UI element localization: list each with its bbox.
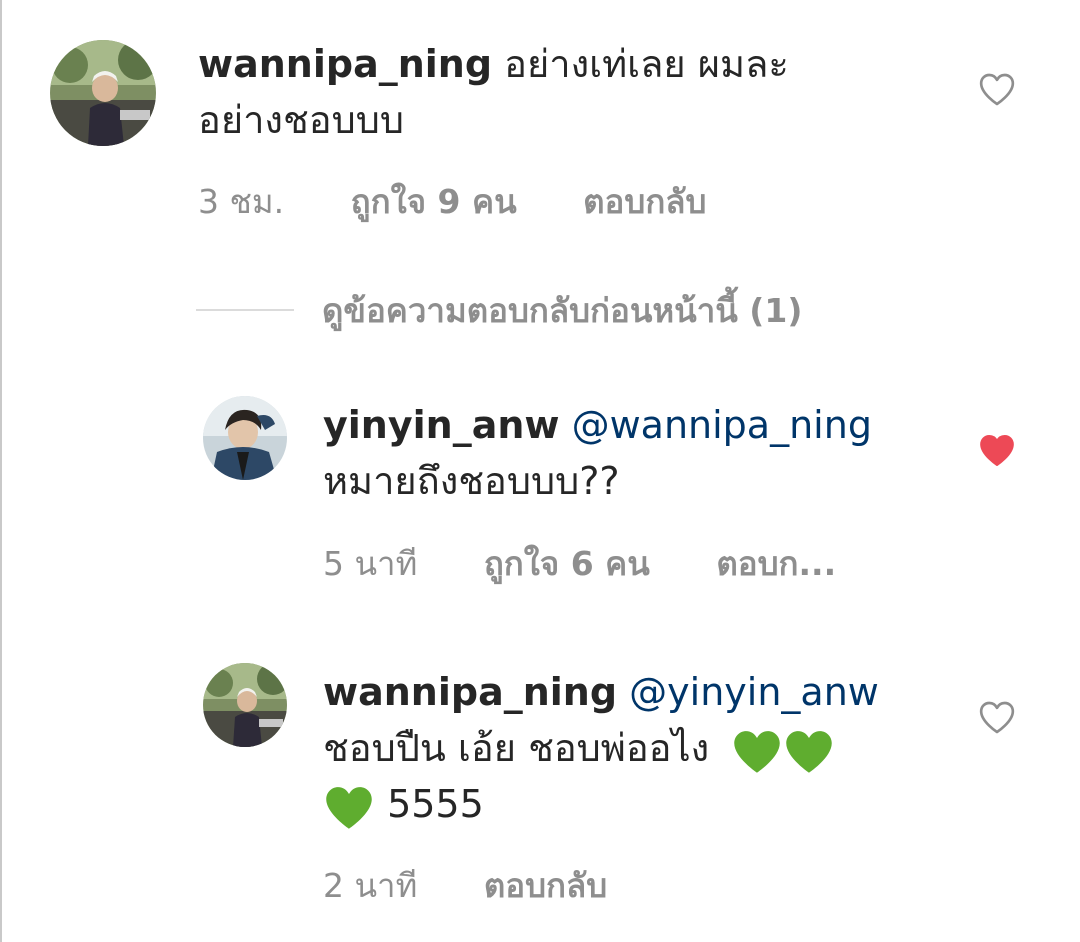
reply-likes-count[interactable]: ถูกใจ 6 คน: [484, 544, 650, 584]
comment-username[interactable]: wannipa_ning: [198, 42, 492, 86]
heart-icon[interactable]: [977, 430, 1017, 470]
reply-text: wannipa_ning @yinyin_anw ชอบปืน เอ้ย ชอบ…: [323, 664, 943, 832]
comment-body-line1: อย่างเท่เลย ผมละ: [492, 42, 789, 86]
view-previous-replies-label[interactable]: ดูข้อความตอบกลับก่อนหน้านี้ (1): [322, 284, 802, 337]
reply-meta: 2 นาที ตอบกลับ: [323, 866, 607, 906]
comment-timestamp: 3 ชม.: [198, 182, 285, 221]
reply-username[interactable]: wannipa_ning: [323, 670, 617, 714]
view-previous-replies[interactable]: ดูข้อความตอบกลับก่อนหน้านี้ (1): [196, 288, 802, 332]
mention-link[interactable]: @yinyin_anw: [629, 670, 879, 714]
screen-edge: [0, 0, 2, 942]
mention-link[interactable]: @wannipa_ning: [572, 403, 872, 447]
green-heart-emoji: [786, 730, 833, 773]
green-heart-emoji: [734, 730, 781, 773]
reply-button[interactable]: ตอบก...: [716, 544, 836, 584]
avatar[interactable]: [50, 40, 156, 146]
reply-button[interactable]: ตอบกลับ: [583, 182, 706, 222]
reply-body-line: หมายถึงชอบบบ??: [323, 459, 620, 503]
heart-icon[interactable]: [977, 69, 1017, 109]
reply-text: yinyin_anw @wannipa_ning หมายถึงชอบบบ??: [323, 397, 943, 509]
reply-timestamp: 2 นาที: [323, 866, 418, 905]
avatar[interactable]: [203, 396, 287, 480]
reply-meta: 5 นาที ถูกใจ 6 คน ตอบก...: [323, 544, 836, 584]
heart-icon[interactable]: [977, 697, 1017, 737]
comment-body-line2: อย่างชอบบบ: [198, 98, 404, 142]
comment-meta: 3 ชม. ถูกใจ 9 คน ตอบกลับ: [198, 182, 706, 222]
reply-username[interactable]: yinyin_anw: [323, 403, 560, 447]
avatar[interactable]: [203, 663, 287, 747]
reply-body-line: ชอบปืน เอ้ย ชอบพ่ออไง: [323, 726, 710, 770]
reply-button[interactable]: ตอบกลับ: [484, 866, 607, 906]
reply-timestamp: 5 นาที: [323, 544, 418, 583]
reply-body-line: 5555: [375, 782, 484, 826]
comment-text: wannipa_ning อย่างเท่เลย ผมละ อย่างชอบบบ: [198, 36, 898, 148]
divider-line: [196, 309, 294, 311]
comment-likes-count[interactable]: ถูกใจ 9 คน: [351, 182, 517, 222]
green-heart-emoji: [326, 786, 372, 829]
